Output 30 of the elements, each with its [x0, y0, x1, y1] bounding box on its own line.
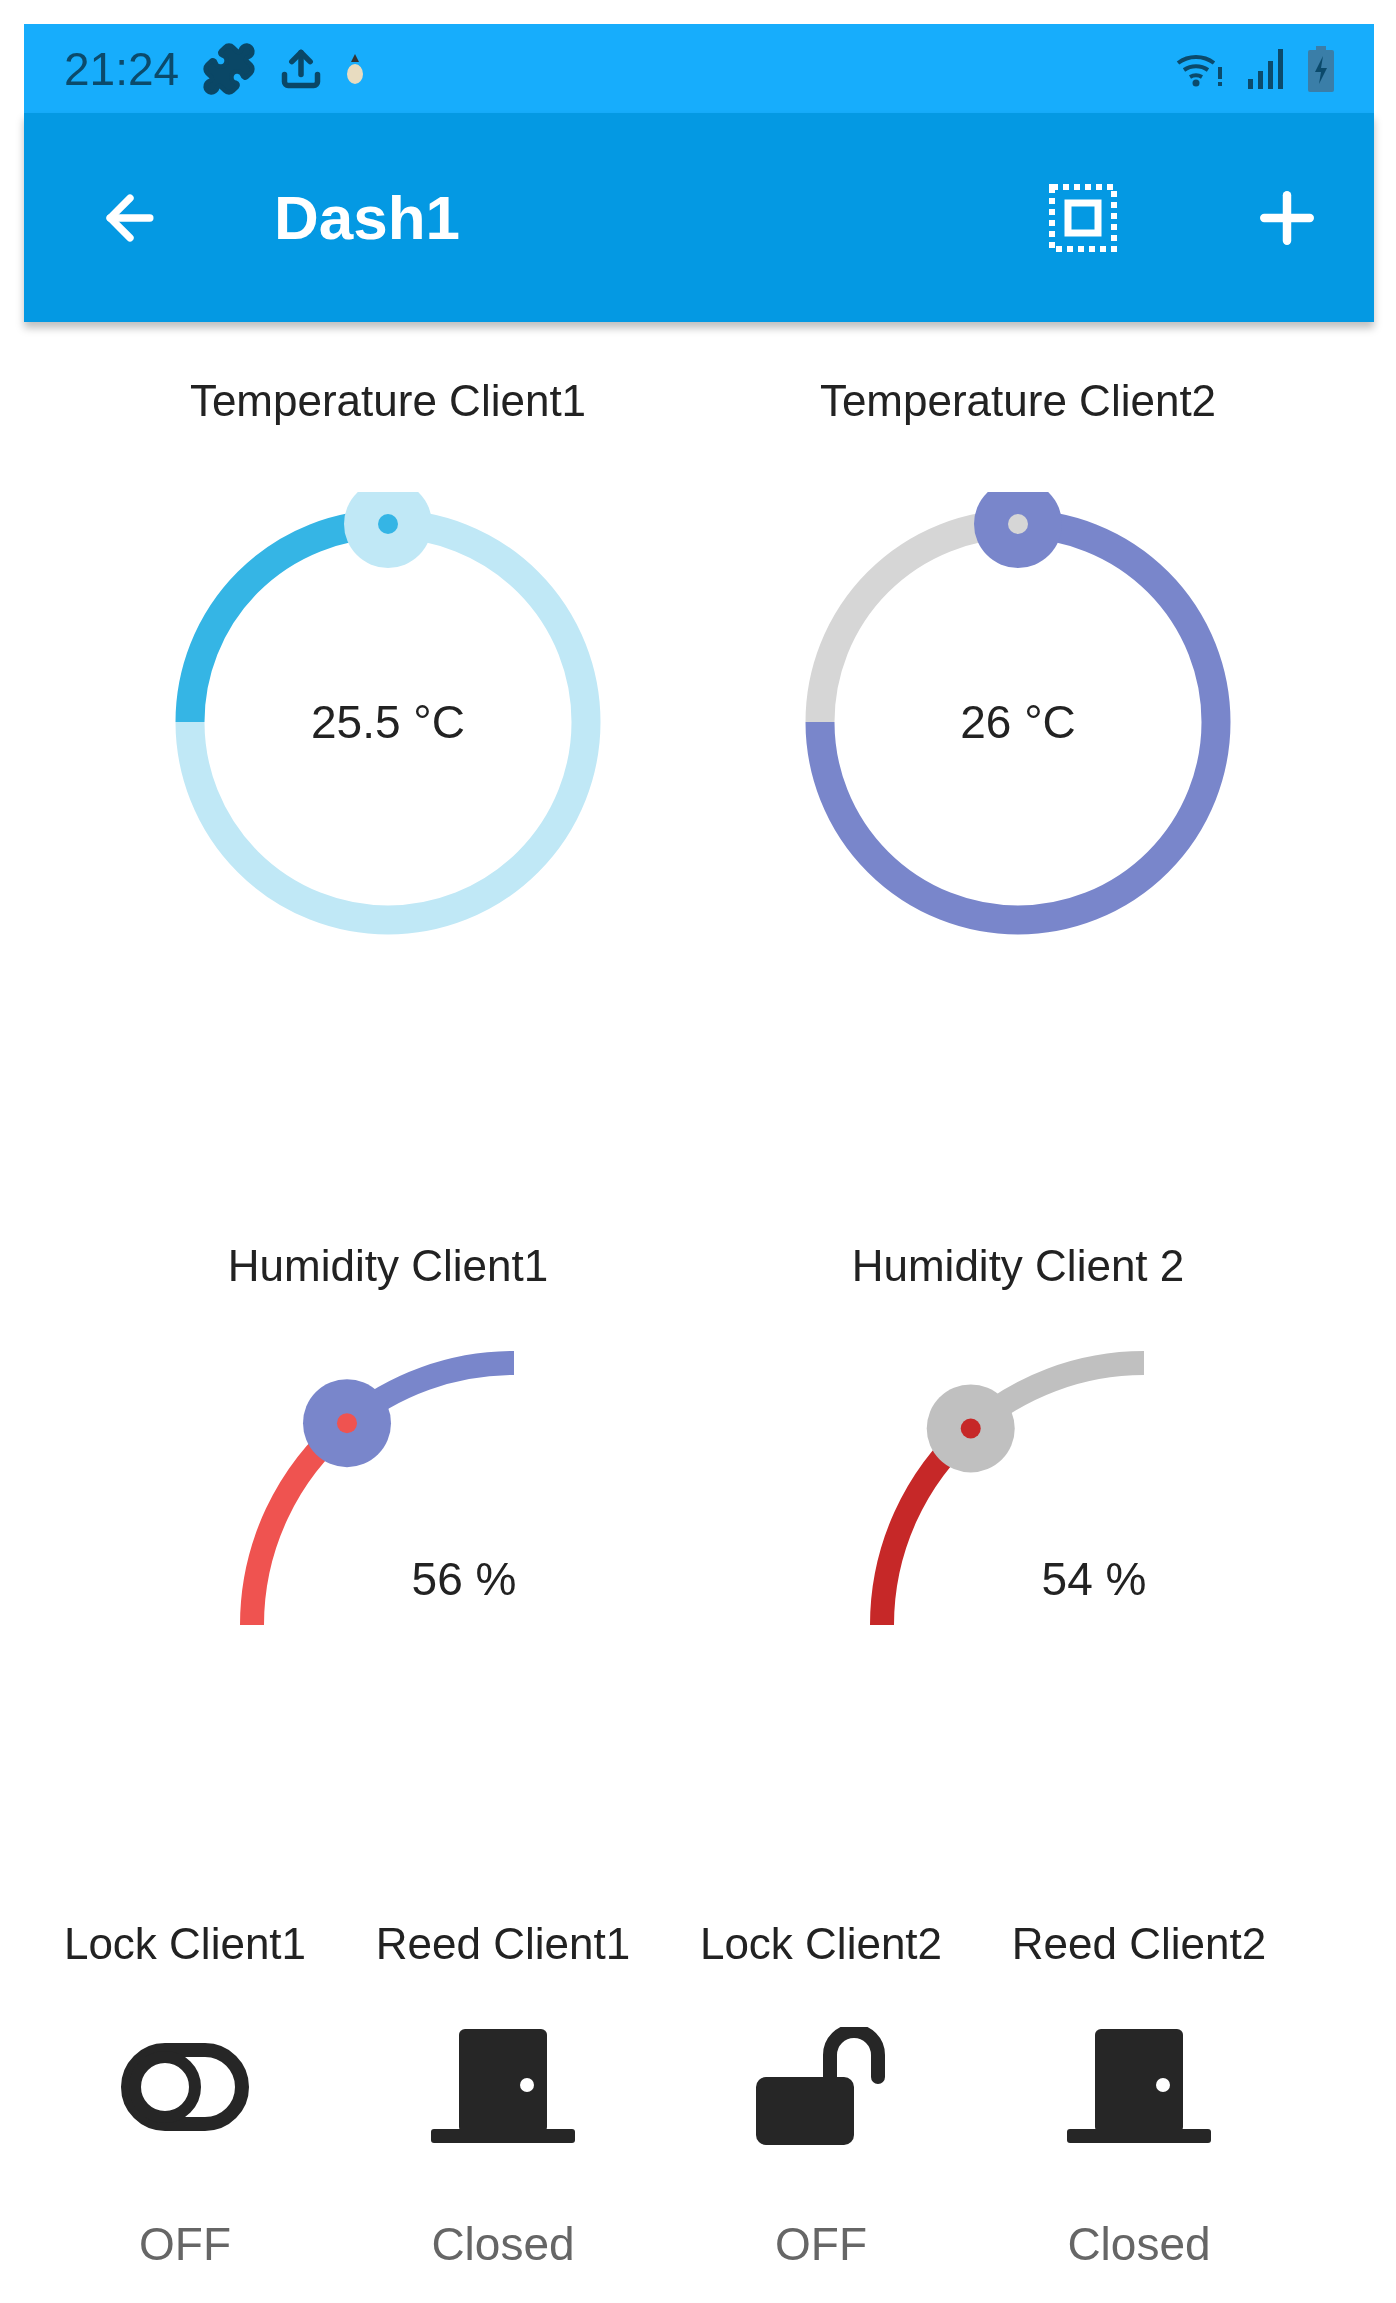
- battery-charging-icon: [1308, 45, 1334, 92]
- door-icon: [431, 2029, 575, 2145]
- app-bar-title: Dash1: [274, 182, 461, 253]
- gauge-value: 25.5 °C: [311, 696, 465, 748]
- gauge-value: 26 °C: [960, 696, 1076, 748]
- door-icon: [1067, 2029, 1211, 2145]
- gauge-title: Temperature Client2: [819, 375, 1217, 427]
- tile-label: Lock Client2: [699, 1918, 943, 1970]
- gauge-thumb[interactable]: [926, 1384, 1015, 1473]
- tile-label: Lock Client1: [63, 1918, 307, 1970]
- gauge-title: Humidity Client1: [227, 1240, 549, 1292]
- status-time: 21:24: [64, 41, 180, 96]
- tile-state: OFF: [775, 2218, 867, 2270]
- gauge-thumb[interactable]: [974, 492, 1062, 568]
- gauge-value: 54 %: [1041, 1553, 1147, 1605]
- signal-icon: [1246, 46, 1286, 91]
- tile-label: Reed Client2: [1011, 1918, 1267, 1970]
- puzzle-icon: [201, 40, 258, 97]
- tile-state: OFF: [139, 2218, 231, 2270]
- tile-label: Reed Client1: [375, 1918, 631, 1970]
- gauge-thumb[interactable]: [344, 492, 432, 568]
- toggle-icon: [120, 2042, 250, 2132]
- tile-state: Closed: [431, 2218, 575, 2270]
- gauge-value: 56 %: [411, 1553, 517, 1605]
- select-button[interactable]: [1048, 182, 1118, 253]
- gauge-thumb[interactable]: [303, 1379, 391, 1468]
- tile-state: Closed: [1067, 2218, 1211, 2270]
- gauge-title: Temperature Client1: [189, 375, 587, 427]
- open-lock-icon: [756, 2027, 886, 2147]
- gauge-title: Humidity Client 2: [851, 1240, 1185, 1292]
